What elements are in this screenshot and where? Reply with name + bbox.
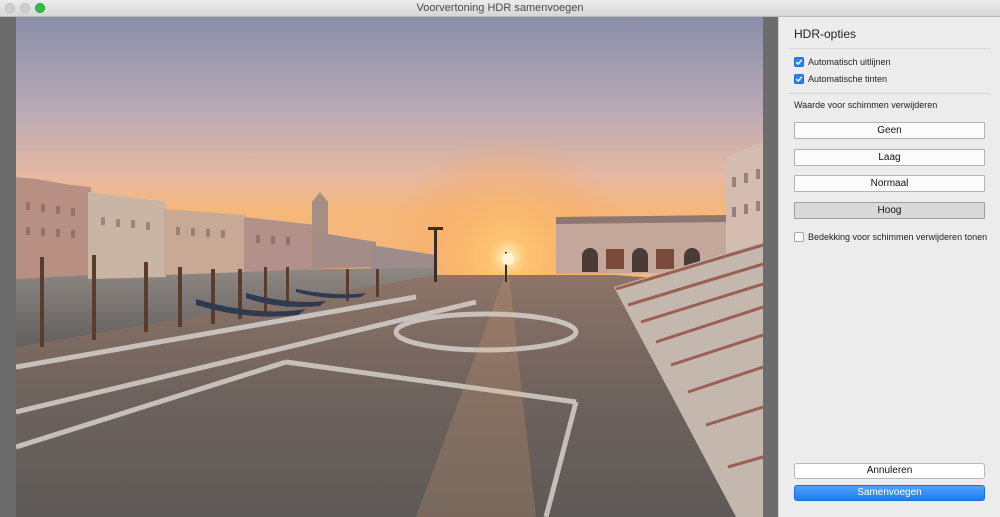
hdr-options-panel: HDR-opties Automatisch uitlijnen Automat… [778, 17, 1000, 517]
checkbox-checked-icon[interactable] [794, 57, 804, 67]
merge-button[interactable]: Samenvoegen [794, 485, 985, 501]
cancel-button[interactable]: Annuleren [794, 463, 985, 479]
show-deghost-overlay-checkbox[interactable]: Bedekking voor schimmen verwijderen tone… [794, 232, 987, 242]
show-deghost-overlay-label: Bedekking voor schimmen verwijderen tone… [808, 232, 988, 242]
deghost-low-button[interactable]: Laag [794, 149, 985, 166]
divider [789, 48, 990, 49]
checkbox-checked-icon[interactable] [794, 74, 804, 84]
window-title: Voorvertoning HDR samenvoegen [416, 2, 584, 14]
checkbox-unchecked-icon[interactable] [794, 232, 804, 242]
deghost-label: Waarde voor schimmen verwijderen [794, 100, 938, 110]
auto-tone-checkbox[interactable]: Automatische tinten [794, 74, 887, 84]
deghost-medium-button[interactable]: Normaal [794, 175, 985, 192]
panel-title: HDR-opties [794, 27, 857, 41]
deghost-high-button[interactable]: Hoog [794, 202, 985, 219]
auto-tone-label: Automatische tinten [808, 74, 888, 84]
deghost-none-button[interactable]: Geen [794, 122, 985, 139]
hdr-preview-image [16, 17, 763, 517]
hdr-merge-window: Voorvertoning HDR samenvoegen HDR-opties… [0, 0, 1000, 517]
preview-area [0, 17, 778, 517]
divider [789, 93, 990, 94]
title-bar[interactable]: Voorvertoning HDR samenvoegen [0, 0, 1000, 17]
auto-align-checkbox[interactable]: Automatisch uitlijnen [794, 57, 891, 67]
auto-align-label: Automatisch uitlijnen [808, 57, 891, 67]
